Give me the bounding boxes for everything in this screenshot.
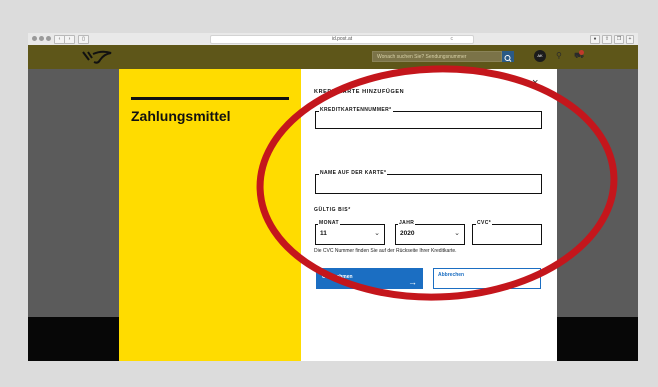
site-header: Wonach suchen Sie? Sendungsnummer AK ⚲ ⛟ [28,45,638,69]
share-icon: ⇧ [604,36,610,42]
month-select[interactable]: 11 ⌄ [315,224,385,245]
share-button[interactable]: ⇧ [602,35,612,44]
cancel-button[interactable]: Abbrechen [433,268,541,289]
card-name-label: NAME AUF DER KARTE* [319,170,388,176]
card-number-label: KREDITKARTENNUMMER* [319,107,393,113]
location-icon[interactable]: ⚲ [556,51,562,61]
month-label: MONAT [318,220,340,226]
arrow-right-icon: → [408,277,417,287]
avatar[interactable]: AK [534,50,546,62]
sidebar-icon: ▯ [82,36,85,42]
add-credit-card-dialog: Zahlungsmittel × KREDITKARTE HINZUFÜGEN … [119,69,557,361]
search-icon [504,55,512,62]
download-button[interactable]: ● [590,35,600,44]
side-panel-title: Zahlungsmittel [131,108,231,124]
browser-window: ‹ › ▯ id.post.at c ● ⇧ ❐ + Wonach suchen… [28,33,638,361]
year-value: 2020 [400,230,415,237]
post-horn-logo-icon[interactable] [80,48,116,66]
chevron-left-icon: ‹ [58,36,61,42]
year-label: JAHR [398,220,416,226]
reload-icon[interactable]: c [451,36,454,43]
side-panel-divider [131,97,289,100]
submit-button[interactable]: Übernehmen → [316,268,423,289]
url-text: id.post.at [331,36,353,42]
expiry-section-label: GÜLTIG BIS* [314,207,351,213]
year-select[interactable]: 2020 ⌄ [395,224,465,245]
dialog-heading: KREDITKARTE HINZUFÜGEN [314,89,405,95]
submit-button-label: Übernehmen [322,274,353,280]
window-controls [32,36,51,41]
dialog-side-panel: Zahlungsmittel [119,69,301,361]
download-icon: ● [593,36,597,42]
minimize-window-dot[interactable] [39,36,44,41]
chevron-right-icon: › [68,36,71,42]
zoom-window-dot[interactable] [46,36,51,41]
card-name-field[interactable] [315,174,542,194]
month-value: 11 [320,230,327,237]
cvc-field[interactable] [472,224,542,245]
search-input[interactable]: Wonach suchen Sie? Sendungsnummer [372,51,502,62]
close-icon[interactable]: × [532,77,538,89]
cart-badge [579,50,584,55]
chevron-down-icon: ⌄ [454,230,460,237]
search-button[interactable] [502,51,514,62]
tabs-icon: ❐ [616,36,622,42]
tabs-button[interactable]: ❐ [614,35,624,44]
plus-icon: + [628,36,632,42]
close-window-dot[interactable] [32,36,37,41]
sidebar-toggle-button[interactable]: ▯ [78,35,89,44]
card-number-field[interactable] [315,111,542,129]
cvc-hint-text: Die CVC Nummer finden Sie auf der Rückse… [314,248,457,254]
chevron-down-icon: ⌄ [374,230,380,237]
forward-button[interactable]: › [64,35,75,44]
cvc-label: CVC* [476,220,493,226]
new-tab-button[interactable]: + [626,35,634,44]
cancel-button-label: Abbrechen [438,272,465,278]
address-bar[interactable]: id.post.at c [210,35,474,44]
